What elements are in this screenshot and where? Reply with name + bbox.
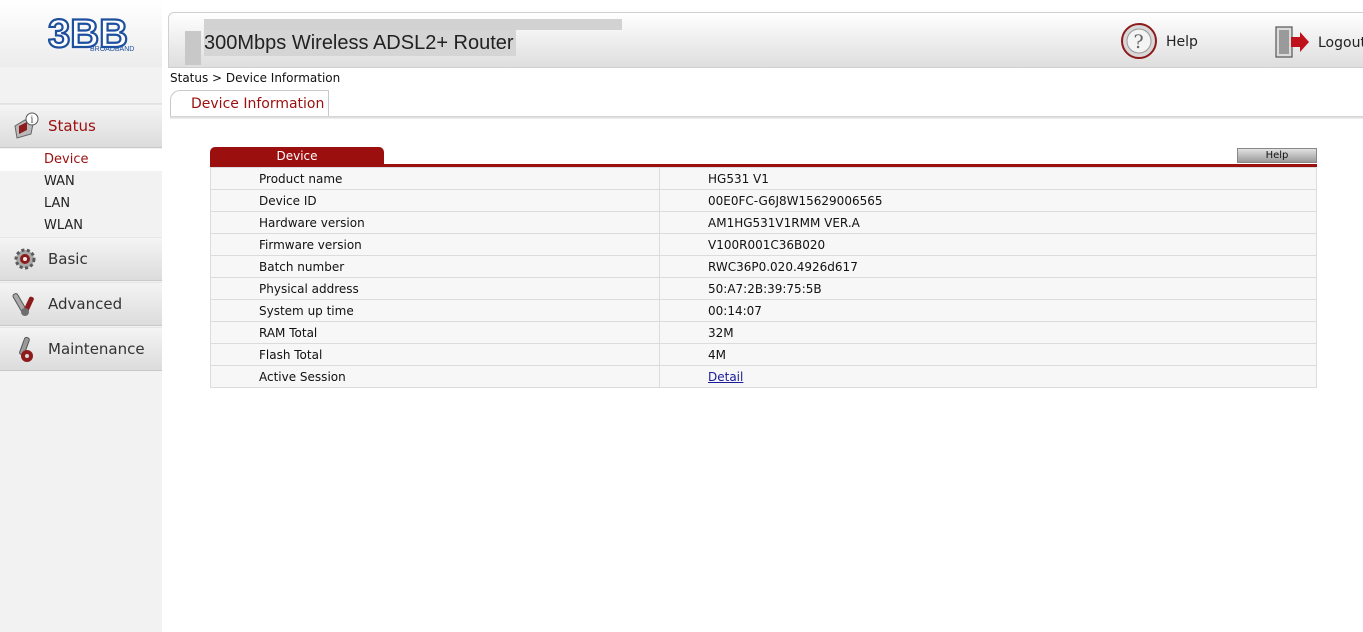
- row-label: Physical address: [210, 277, 660, 300]
- table-row: Flash Total 4M: [210, 343, 1317, 366]
- page-title: 300Mbps Wireless ADSL2+ Router: [204, 30, 516, 56]
- sidebar-item-device[interactable]: Device: [0, 149, 162, 171]
- row-value: AM1HG531V1RMM VER.A: [659, 211, 1317, 234]
- table-row: Hardware version AM1HG531V1RMM VER.A: [210, 211, 1317, 234]
- wrench-icon: [11, 335, 39, 363]
- sidebar-item-wlan[interactable]: WLAN: [0, 215, 162, 237]
- menu-maintenance[interactable]: Maintenance: [0, 327, 162, 371]
- title-decoration: [185, 31, 201, 65]
- menu-maintenance-label: Maintenance: [48, 340, 145, 358]
- tab-device-information[interactable]: Device Information: [170, 90, 329, 116]
- breadcrumb: Status > Device Information: [170, 71, 341, 85]
- table-row: System up time 00:14:07: [210, 299, 1317, 322]
- menu-advanced[interactable]: Advanced: [0, 282, 162, 326]
- device-info-table: Product name HG531 V1 Device ID 00E0FC-G…: [210, 167, 1317, 388]
- brand-logo-subtext: BROADBAND: [90, 46, 134, 53]
- table-row: Product name HG531 V1: [210, 167, 1317, 190]
- row-value: V100R001C36B020: [659, 233, 1317, 256]
- menu-advanced-label: Advanced: [48, 295, 123, 313]
- logout-icon: [1274, 24, 1310, 63]
- row-label: Flash Total: [210, 343, 660, 366]
- active-session-detail-link[interactable]: Detail: [708, 370, 743, 384]
- sidebar: 3BB BROADBAND i Status Device WAN LAN WL…: [0, 0, 162, 632]
- header-bar: 300Mbps Wireless ADSL2+ Router ? Help Lo…: [168, 12, 1363, 68]
- row-value-cell: Detail: [659, 365, 1317, 388]
- row-label: Firmware version: [210, 233, 660, 256]
- menu-status[interactable]: i Status: [0, 104, 162, 148]
- panel-title: Device: [210, 147, 384, 165]
- router-admin-page: 3BB BROADBAND i Status Device WAN LAN WL…: [0, 0, 1363, 632]
- gear-icon: [11, 245, 39, 273]
- svg-text:?: ?: [1134, 31, 1144, 53]
- row-label: Batch number: [210, 255, 660, 278]
- tab-underline: [170, 116, 1363, 119]
- help-icon: ?: [1120, 22, 1158, 63]
- row-label: Device ID: [210, 189, 660, 212]
- table-row: Batch number RWC36P0.020.4926d617: [210, 255, 1317, 278]
- row-value: 4M: [659, 343, 1317, 366]
- logout-button[interactable]: Logout: [1274, 25, 1363, 61]
- panel-help-button[interactable]: Help: [1237, 148, 1317, 163]
- brand-logo: 3BB BROADBAND: [48, 13, 134, 53]
- row-value: 32M: [659, 321, 1317, 344]
- table-row: Firmware version V100R001C36B020: [210, 233, 1317, 256]
- row-value: 50:A7:2B:39:75:5B: [659, 277, 1317, 300]
- row-label: Product name: [210, 167, 660, 190]
- tools-icon: [11, 290, 39, 318]
- menu-basic[interactable]: Basic: [0, 237, 162, 281]
- svg-text:i: i: [31, 116, 34, 126]
- help-label: Help: [1166, 34, 1198, 50]
- row-label: RAM Total: [210, 321, 660, 344]
- row-value: 00E0FC-G6J8W15629006565: [659, 189, 1317, 212]
- row-value: HG531 V1: [659, 167, 1317, 190]
- title-decoration-bar: [204, 19, 622, 30]
- logout-label: Logout: [1318, 35, 1363, 51]
- row-label: System up time: [210, 299, 660, 322]
- logo-area: 3BB BROADBAND: [0, 0, 162, 67]
- menu-basic-label: Basic: [48, 250, 88, 268]
- table-row: Active Session Detail: [210, 365, 1317, 388]
- row-value: 00:14:07: [659, 299, 1317, 322]
- sidebar-item-lan[interactable]: LAN: [0, 193, 162, 215]
- menu-status-label: Status: [48, 117, 96, 135]
- table-row: Physical address 50:A7:2B:39:75:5B: [210, 277, 1317, 300]
- row-label: Hardware version: [210, 211, 660, 234]
- table-row: RAM Total 32M: [210, 321, 1317, 344]
- row-label: Active Session: [210, 365, 660, 388]
- status-icon: i: [11, 112, 39, 140]
- table-row: Device ID 00E0FC-G6J8W15629006565: [210, 189, 1317, 212]
- row-value: RWC36P0.020.4926d617: [659, 255, 1317, 278]
- sidebar-item-wan[interactable]: WAN: [0, 171, 162, 193]
- sidebar-spacer: [0, 67, 162, 104]
- help-button[interactable]: ? Help: [1120, 22, 1198, 63]
